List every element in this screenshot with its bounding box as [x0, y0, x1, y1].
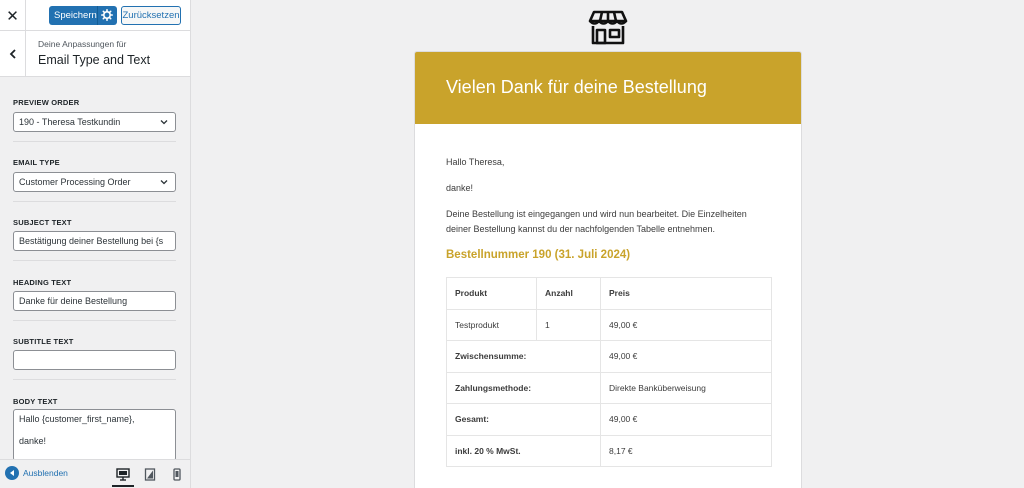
subtotal-value: 49,00 €	[600, 340, 772, 373]
email-heading: Vielen Dank für deine Bestellung	[446, 77, 707, 97]
email-greeting: Hallo Theresa,	[446, 157, 505, 167]
reset-button[interactable]: Zurücksetzen	[121, 6, 181, 25]
header-price: Preis	[600, 277, 772, 310]
payment-method-value: Direkte Banküberweisung	[600, 371, 772, 404]
section-subtitle: Deine Anpassungen für	[38, 39, 127, 49]
preview-order-label: PREVIEW ORDER	[13, 98, 80, 107]
subject-text-label: SUBJECT TEXT	[13, 218, 72, 227]
subject-text-value: Bestätigung deiner Bestellung bei {s	[19, 236, 164, 246]
item-price: 49,00 €	[600, 308, 772, 341]
chevron-down-icon	[160, 120, 168, 125]
table-row: Zwischensumme: 49,00 €	[446, 340, 772, 373]
email-body-line-2: deiner Bestellung kannst du der nachfolg…	[446, 224, 716, 234]
chevron-left-icon	[9, 49, 16, 59]
body-text-line-1: Hallo {customer_first_name},	[19, 414, 135, 424]
email-preview-area: Vielen Dank für deine Bestellung Hallo T…	[192, 0, 1024, 488]
save-button-label: Speichern	[54, 10, 97, 21]
section-header: Deine Anpassungen für Email Type and Tex…	[0, 31, 190, 77]
email-type-select[interactable]: Customer Processing Order	[13, 172, 176, 192]
tablet-icon[interactable]	[142, 466, 158, 482]
tax-value: 8,17 €	[600, 434, 772, 467]
close-button[interactable]: ✕	[0, 0, 26, 31]
gear-icon[interactable]	[101, 9, 113, 21]
desktop-icon[interactable]	[112, 466, 134, 487]
email-template: Vielen Dank für deine Bestellung Hallo T…	[414, 51, 802, 488]
table-row: Testprodukt 1 49,00 €	[446, 308, 772, 341]
item-quantity: 1	[536, 308, 601, 341]
email-type-value: Customer Processing Order	[19, 177, 131, 187]
heading-text-input[interactable]: Danke für deine Bestellung	[13, 291, 176, 311]
table-row: Zahlungsmethode: Direkte Banküberweisung	[446, 371, 772, 404]
preview-order-select[interactable]: 190 - Theresa Testkundin	[13, 112, 176, 132]
save-button[interactable]: Speichern	[49, 6, 117, 25]
order-table: Produkt Anzahl Preis Testprodukt 1 49,00…	[446, 277, 772, 467]
subtotal-label: Zwischensumme:	[446, 340, 601, 373]
heading-text-value: Danke für deine Bestellung	[19, 296, 128, 306]
body-text-label: BODY TEXT	[13, 397, 58, 406]
customizer-sidebar: ✕ Speichern Zurücksetzen Deine Anpassung…	[0, 0, 191, 488]
body-text-line-2: danke!	[19, 436, 47, 446]
order-table-header: Produkt Anzahl Preis	[446, 277, 772, 310]
payment-method-label: Zahlungsmethode:	[446, 371, 601, 404]
subtitle-text-label: SUBTITLE TEXT	[13, 337, 74, 346]
total-label: Gesamt:	[446, 403, 601, 436]
header-quantity: Anzahl	[536, 277, 601, 310]
email-thanks: danke!	[446, 183, 474, 193]
collapse-icon	[5, 466, 19, 480]
email-header: Vielen Dank für deine Bestellung	[415, 52, 801, 124]
tax-label: inkl. 20 % MwSt.	[446, 434, 601, 467]
section-title: Email Type and Text	[38, 53, 151, 67]
subtitle-text-input[interactable]	[13, 350, 176, 370]
sidebar-footer: Ausblenden	[0, 459, 190, 488]
store-icon	[588, 10, 628, 45]
preview-order-value: 190 - Theresa Testkundin	[19, 117, 121, 127]
back-button[interactable]	[0, 31, 26, 77]
table-row: Gesamt: 49,00 €	[446, 403, 772, 436]
mobile-icon[interactable]	[169, 466, 185, 482]
collapse-sidebar-button[interactable]: Ausblenden	[5, 466, 68, 480]
order-title: Bestellnummer 190 (31. Juli 2024)	[446, 249, 631, 261]
subject-text-input[interactable]: Bestätigung deiner Bestellung bei {s	[13, 231, 176, 251]
table-row: inkl. 20 % MwSt. 8,17 €	[446, 434, 772, 467]
total-value: 49,00 €	[600, 403, 772, 436]
email-type-label: EMAIL TYPE	[13, 158, 60, 167]
heading-text-label: HEADING TEXT	[13, 278, 72, 287]
body-text-textarea[interactable]: Hallo {customer_first_name}, danke!	[13, 409, 176, 461]
collapse-label: Ausblenden	[23, 468, 68, 478]
chevron-down-icon	[160, 180, 168, 185]
customizer-topbar: ✕ Speichern Zurücksetzen	[0, 0, 190, 31]
header-product: Produkt	[446, 277, 537, 310]
email-body-line-1: Deine Bestellung ist eingegangen und wir…	[446, 209, 747, 219]
item-product: Testprodukt	[446, 308, 537, 341]
